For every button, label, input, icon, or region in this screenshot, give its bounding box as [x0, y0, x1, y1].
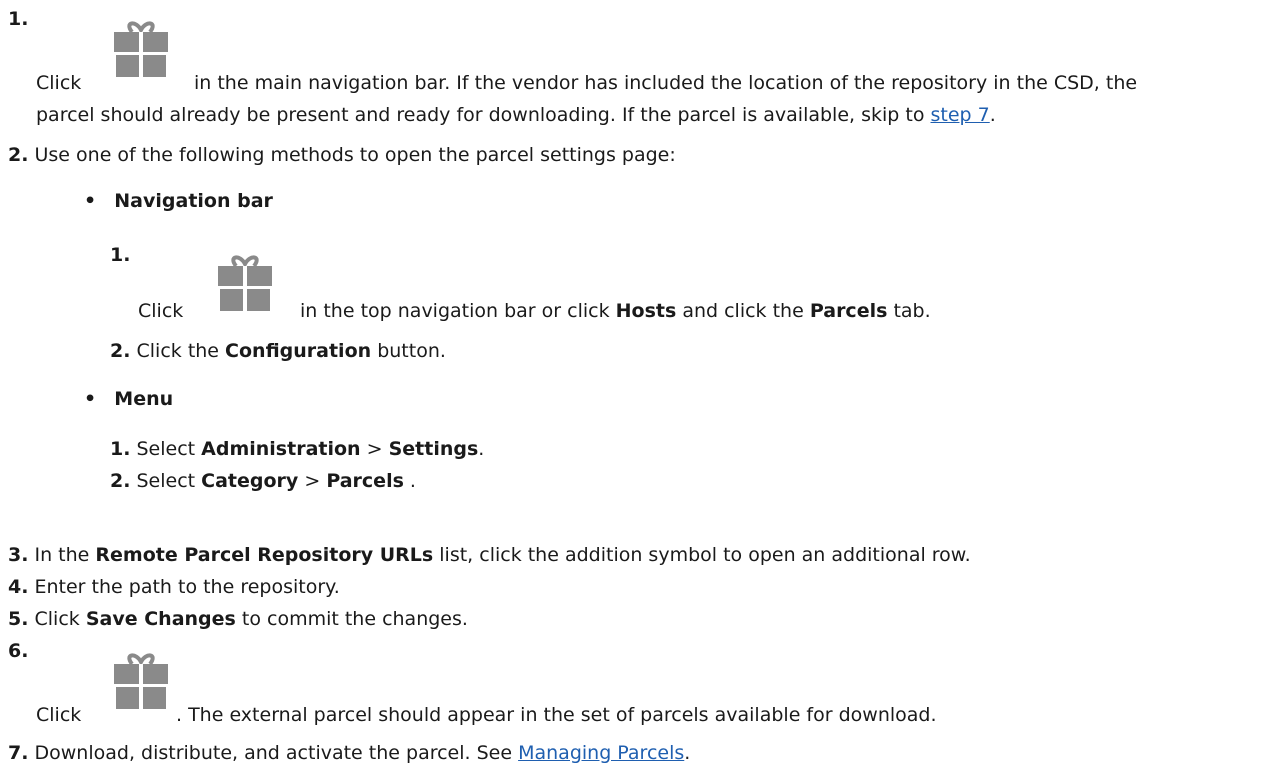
step-5: 5. Click Save Changes to commit the chan…	[8, 608, 468, 630]
nav-step-1-text: in the top navigation bar or click Hosts…	[300, 300, 931, 322]
nav-step-1-number: 1.	[110, 244, 131, 266]
step-6-click-label: Click	[36, 704, 82, 726]
step-7-link[interactable]: step 7	[931, 104, 990, 126]
menu-step-2: 2. Select Category > Parcels .	[110, 470, 416, 492]
step-6-text: . The external parcel should appear in t…	[176, 704, 937, 726]
step-3: 3. In the Remote Parcel Repository URLs …	[8, 544, 971, 566]
parcel-gift-icon[interactable]	[110, 650, 172, 712]
nav-step-2: 2. Click the Configuration button.	[110, 340, 446, 362]
step-2: 2. Use one of the following methods to o…	[8, 144, 676, 166]
parcel-gift-icon[interactable]	[214, 252, 276, 314]
menu-step-1: 1. Select Administration > Settings.	[110, 438, 485, 460]
nav-step-1-click-label: Click	[138, 300, 184, 322]
parcel-gift-icon[interactable]	[110, 18, 172, 80]
step-7: 7. Download, distribute, and activate th…	[8, 742, 691, 764]
step-1-line-1: in the main navigation bar. If the vendo…	[194, 72, 1138, 94]
step-1-number: 1.	[8, 8, 29, 30]
managing-parcels-link[interactable]: Managing Parcels	[518, 742, 684, 764]
bullet-menu: • Menu	[84, 388, 174, 410]
step-4: 4. Enter the path to the repository.	[8, 576, 340, 598]
step-1-click-label: Click	[36, 72, 82, 94]
step-1-line-2: parcel should already be present and rea…	[36, 104, 996, 126]
bullet-navigation-bar: • Navigation bar	[84, 190, 273, 212]
step-6-number: 6.	[8, 640, 29, 662]
